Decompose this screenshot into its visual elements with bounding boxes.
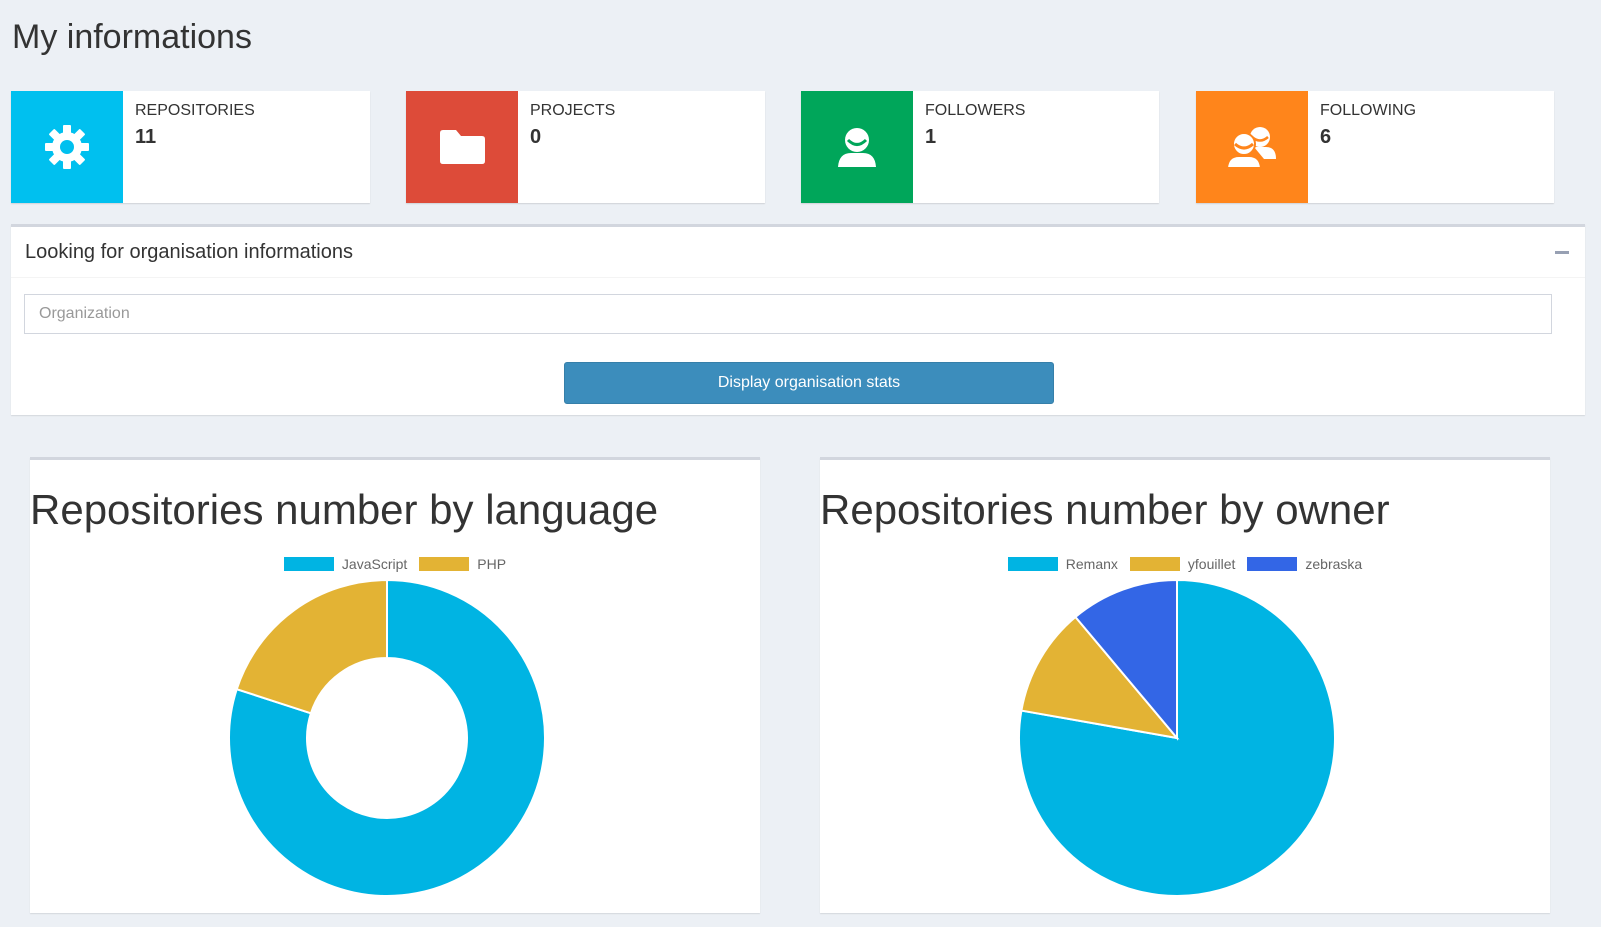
info-box-label: PROJECTS (530, 102, 616, 119)
info-box-label: REPOSITORIES (135, 102, 255, 119)
info-box-icon-bg (406, 91, 518, 203)
gear-icon (45, 125, 89, 169)
info-box-number: 1 (925, 126, 937, 148)
folder-icon (440, 130, 485, 164)
info-box-number: 6 (1320, 126, 1332, 148)
organisation-panel: Looking for organisation informations Di… (11, 224, 1585, 415)
info-box-repositories: REPOSITORIES 11 (11, 91, 370, 203)
info-box-icon-bg (801, 91, 913, 203)
user-icon (838, 128, 876, 167)
panel-title: Looking for organisation informations (25, 240, 353, 263)
users-icon (1226, 127, 1276, 169)
panel-header: Looking for organisation informations (11, 227, 1585, 278)
info-box-number: 11 (135, 126, 157, 148)
collapse-icon[interactable] (1555, 250, 1569, 254)
info-box-label: FOLLOWERS (925, 102, 1026, 119)
info-box-followers: FOLLOWERS 1 (801, 91, 1159, 203)
pie-chart (1018, 578, 1336, 897)
organization-input[interactable] (24, 294, 1552, 334)
chart-box-owner: Repositories number by owner Remanx yfou… (820, 457, 1550, 913)
info-box-number: 0 (530, 126, 542, 148)
info-box-label: FOLLOWING (1320, 102, 1417, 119)
info-box-icon-bg (1196, 91, 1308, 203)
info-box-following: FOLLOWING 6 (1196, 91, 1554, 203)
display-stats-button[interactable]: Display organisation stats (564, 362, 1054, 404)
info-box-icon-bg (11, 91, 123, 203)
doughnut-chart (228, 578, 546, 897)
page-title: My informations (12, 18, 252, 56)
slice-php[interactable] (235, 578, 388, 715)
chart-box-language: Repositories number by language JavaScri… (30, 457, 760, 913)
info-box-projects: PROJECTS 0 (406, 91, 765, 203)
